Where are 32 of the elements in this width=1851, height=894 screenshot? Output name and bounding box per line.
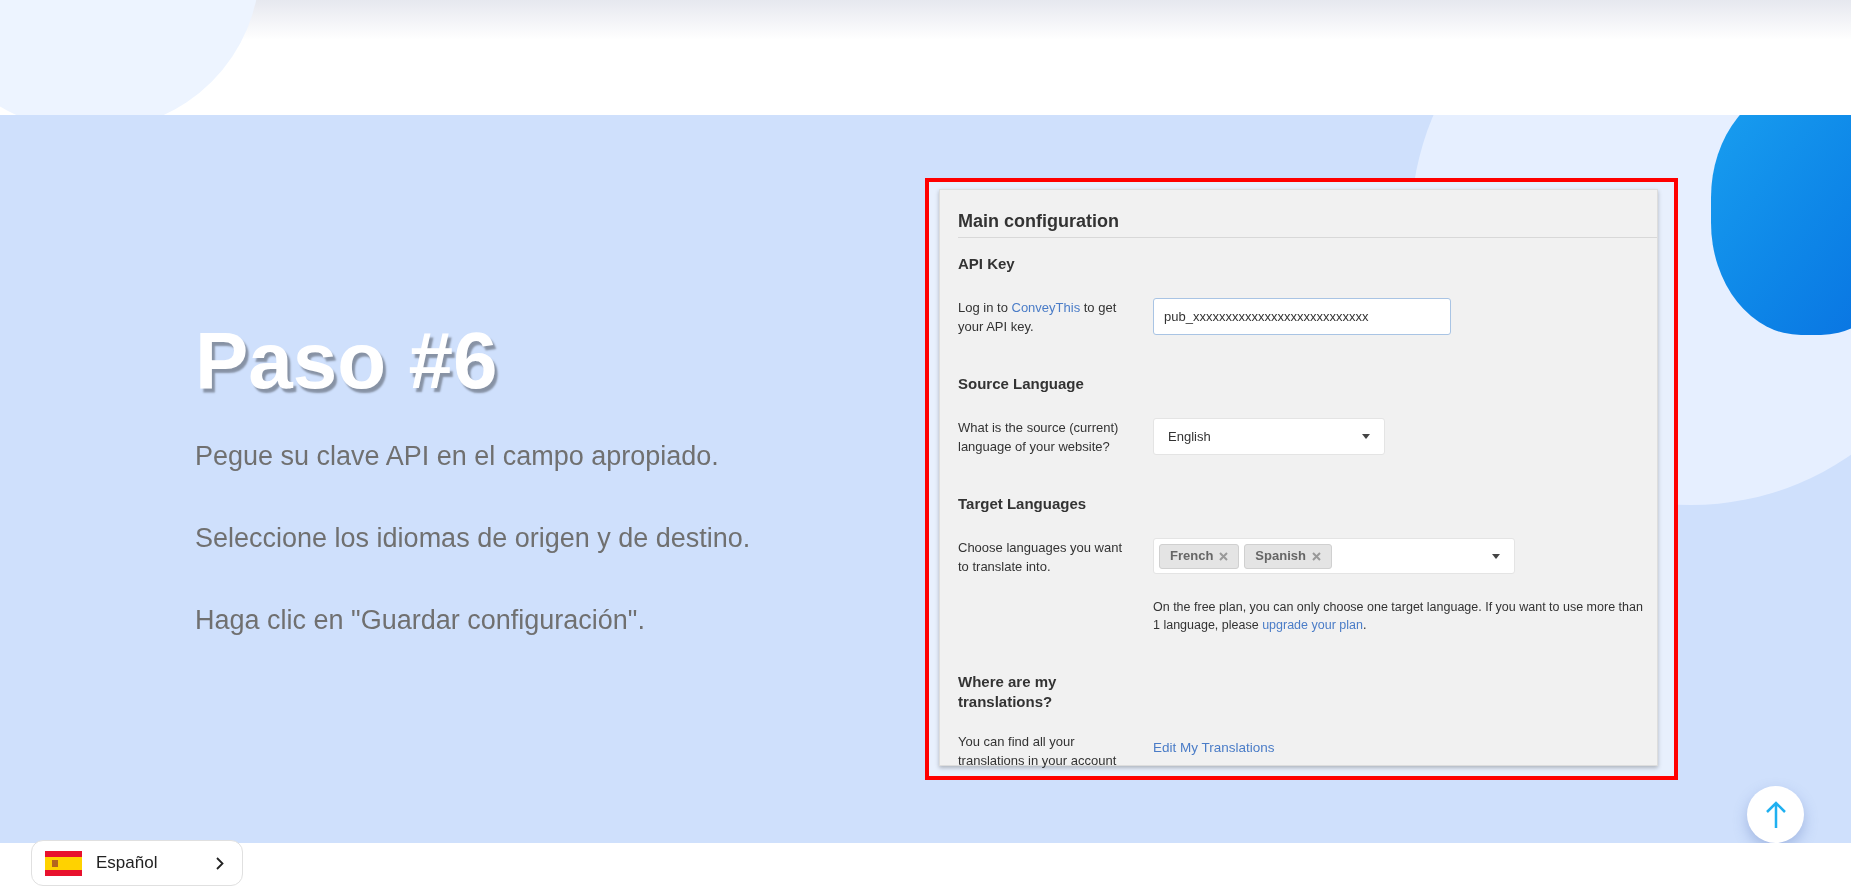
step-title: Paso #6 [195, 321, 499, 401]
caret-icon [1362, 434, 1370, 439]
spain-flag-icon [45, 850, 82, 876]
caret-icon [1492, 553, 1500, 559]
conveythis-link[interactable]: ConveyThis [1011, 300, 1081, 315]
language-label: Español [96, 852, 159, 875]
language-selector[interactable]: Español [31, 840, 243, 886]
section-description: You can find all your translations in your account [958, 733, 1118, 770]
free-plan-note: On the free plan, you can only choose one target language. If you want to use more than 1 language, please upgrade your plan. [1153, 599, 1643, 634]
remove-icon[interactable] [1311, 551, 1321, 561]
step-instruction: Pegue su clave API en el campo apropiado. [195, 441, 720, 471]
panel-title: Main configuration [958, 209, 1657, 238]
chevron-right-icon [216, 856, 224, 870]
source-language-dropdown[interactable]: English [1153, 418, 1385, 455]
section-heading: API Key [958, 254, 1016, 274]
remove-icon[interactable] [1219, 551, 1229, 561]
target-languages-field[interactable]: French Spanish [1153, 538, 1515, 574]
step-instruction: Seleccione los idiomas de origen y de destino. [195, 523, 752, 553]
api-key-field[interactable]: pub_xxxxxxxxxxxxxxxxxxxxxxxxxxx [1153, 298, 1451, 335]
arrow-up-icon [1764, 800, 1787, 829]
step-instruction: Haga clic en "Guardar configuración". [195, 605, 646, 635]
upgrade-link[interactable]: upgrade your plan [1262, 618, 1363, 632]
section-heading: Where are my translations? [958, 672, 1058, 712]
language-tag[interactable]: French [1159, 543, 1240, 569]
section-heading: Source Language [958, 374, 1085, 394]
scroll-to-top-button[interactable] [1747, 786, 1804, 843]
section-description: Log in to ConveyThis to get your API key. [958, 299, 1118, 336]
language-tag[interactable]: Spanish [1244, 543, 1332, 569]
section-heading: Target Languages [958, 494, 1088, 514]
section-description: Choose languages you want to translate into. [958, 539, 1124, 576]
edit-translations-link[interactable]: Edit My Translations [1153, 732, 1275, 759]
section-description: What is the source (current) language of your website? [958, 419, 1120, 456]
